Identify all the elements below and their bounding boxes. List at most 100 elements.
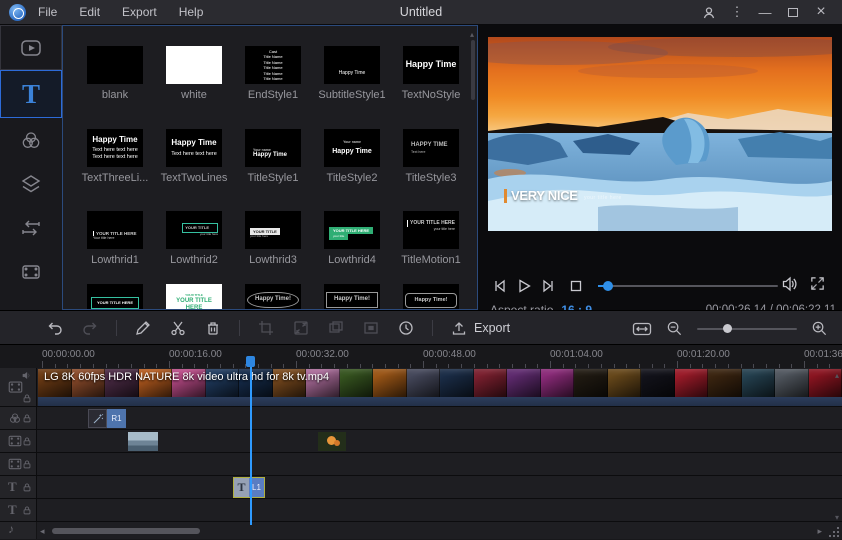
template-item-titlestyle2[interactable]: Your name Happy Time TitleStyle2 — [318, 129, 386, 184]
ruler-label: 00:00:32.00 — [296, 349, 349, 360]
sidebar-item-filters[interactable] — [0, 118, 62, 162]
template-item-titlestyle1[interactable]: Your name Happy Time TitleStyle1 — [239, 129, 307, 184]
redo-button[interactable] — [81, 319, 99, 337]
template-thumb-text: Happy Time! — [404, 292, 458, 308]
fit-timeline-button[interactable] — [632, 321, 652, 337]
filmstrip-frame — [406, 369, 440, 397]
template-item-lowthrid4[interactable]: YOUR TITLE HERE your title Lowthrid4 — [318, 211, 386, 266]
template-item-lowthrid2[interactable]: YOUR TITLE your title here Lowthrid2 — [160, 211, 228, 266]
resize-grip[interactable] — [827, 526, 840, 539]
filter-clip[interactable]: R1 — [88, 409, 126, 428]
template-item[interactable]: YOUR TITLE HERE — [81, 284, 149, 309]
menu-file[interactable]: File — [38, 5, 57, 19]
scroll-up-icon[interactable]: ▴ — [835, 371, 839, 380]
timeline-hscrollbar[interactable]: ◂ ▸ — [0, 526, 842, 536]
mute-track-icon[interactable] — [22, 371, 31, 380]
sidebar-item-text[interactable]: T — [0, 70, 62, 118]
template-item-blank[interactable]: blank — [81, 46, 149, 101]
more-menu-icon[interactable]: ⋮ — [728, 4, 746, 20]
template-item-textnostyle[interactable]: Happy Time TextNoStyle — [397, 46, 465, 101]
minimize-button[interactable]: — — [756, 5, 774, 20]
scroll-down-icon[interactable]: ▾ — [835, 513, 839, 522]
template-thumb-text: YOUR TITLE — [176, 297, 212, 304]
ruler-label: 00:00:48.00 — [423, 349, 476, 360]
timeline-zoom-slider[interactable] — [697, 324, 797, 333]
play-button[interactable] — [512, 275, 536, 297]
stop-button[interactable] — [564, 275, 588, 297]
crop-button[interactable] — [257, 319, 275, 337]
text-clip[interactable]: T L1 — [233, 477, 265, 498]
filmstrip-frame — [339, 369, 373, 397]
lock-track-icon[interactable] — [23, 414, 31, 423]
template-item-titlestyle3[interactable]: HAPPY TIME Text here TitleStyle3 — [397, 129, 465, 184]
scroll-left-icon[interactable]: ◂ — [40, 526, 45, 537]
template-thumbnail: YOUR TITLE YOUR TITLE HERE — [166, 284, 222, 309]
hscrollbar-thumb[interactable] — [52, 528, 200, 534]
zoom-slider-knob[interactable] — [723, 324, 732, 333]
zoom-in-button[interactable] — [811, 320, 828, 337]
overlay-clip-flower[interactable] — [318, 432, 346, 451]
preview-text-overlay: VERY NICE — [504, 188, 578, 203]
templates-scrollbar[interactable] — [471, 40, 475, 100]
lock-track-icon[interactable] — [23, 506, 31, 515]
account-icon[interactable] — [700, 4, 718, 20]
lock-track-icon[interactable] — [23, 394, 31, 403]
template-item-endstyle1[interactable]: Cast Title Name Title Name Title Name Title … — [239, 46, 307, 101]
delete-button[interactable] — [204, 319, 222, 337]
export-button[interactable]: Export — [450, 319, 510, 337]
menu-help[interactable]: Help — [179, 5, 204, 19]
edit-button[interactable] — [134, 319, 152, 337]
template-item-lowthrid3[interactable]: YOUR TITLE your title here Lowthrid3 — [239, 211, 307, 266]
scroll-right-icon[interactable]: ▸ — [817, 526, 822, 537]
sidebar-item-overlays[interactable] — [0, 162, 62, 206]
preview-panel: VERY NICE your title here — [478, 25, 842, 317]
zoom-clip-button[interactable] — [292, 319, 310, 337]
filmstrip-frame — [641, 369, 675, 397]
sidebar-item-transitions[interactable] — [0, 206, 62, 250]
timeline-ruler[interactable]: 00:00:00.00 00:00:16.00 00:00:32.00 00:00:4… — [0, 345, 842, 368]
zoom-out-button[interactable] — [666, 320, 683, 337]
lock-track-icon[interactable] — [23, 483, 31, 492]
close-button[interactable]: × — [812, 3, 830, 21]
next-frame-button[interactable] — [536, 275, 560, 297]
maximize-button[interactable] — [784, 5, 802, 20]
playhead-handle[interactable] — [246, 356, 255, 367]
fullscreen-icon[interactable] — [809, 275, 826, 293]
sidebar-item-elements[interactable] — [0, 250, 62, 294]
template-thumb-text: your title here — [250, 234, 269, 239]
lock-track-icon[interactable] — [23, 437, 31, 446]
duration-button[interactable] — [397, 319, 415, 337]
template-item[interactable]: Happy Time!Text here text here — [318, 284, 386, 309]
seek-slider[interactable] — [598, 281, 778, 291]
text-track-icon: T — [8, 502, 17, 517]
template-label: EndStyle1 — [247, 89, 299, 101]
template-item-textthreeli[interactable]: Happy Time Text here text here Text here t… — [81, 129, 149, 184]
seek-knob[interactable] — [603, 281, 613, 291]
mosaic-button[interactable] — [327, 319, 345, 337]
freeze-frame-button[interactable] — [362, 319, 380, 337]
video-editor-window: File Edit Export Help Untitled ⋮ — × T b… — [0, 0, 842, 540]
template-label: TitleStyle1 — [247, 172, 299, 184]
previous-frame-button[interactable] — [488, 275, 512, 297]
menu-export[interactable]: Export — [122, 5, 157, 19]
scroll-up-icon[interactable]: ▴ — [470, 30, 474, 39]
sidebar-item-media[interactable] — [0, 25, 62, 70]
template-item[interactable]: YOUR TITLE YOUR TITLE HERE — [160, 284, 228, 309]
split-button[interactable] — [169, 319, 187, 337]
template-item-white[interactable]: white — [160, 46, 228, 101]
media-icon — [21, 39, 41, 56]
menu-edit[interactable]: Edit — [79, 5, 100, 19]
template-thumb-text: YOUR TITLE HERE — [90, 296, 139, 309]
template-item-subtitlestyle1[interactable]: Happy Time SubtitleStyle1 — [318, 46, 386, 101]
lock-track-icon[interactable] — [23, 460, 31, 469]
template-item-titlemotion1[interactable]: YOUR TITLE HERE your title here TitleMotio… — [397, 211, 465, 266]
filmstrip-frame — [708, 369, 742, 397]
undo-button[interactable] — [46, 319, 64, 337]
template-item-lowthrid1[interactable]: YOUR TITLE HERE Your title here Lowthrid1 — [81, 211, 149, 266]
overlay-clip-landscape[interactable] — [128, 432, 158, 451]
template-thumbnail: HAPPY TIME Text here — [403, 129, 459, 167]
template-item[interactable]: Happy Time!Text here — [397, 284, 465, 309]
volume-icon[interactable] — [780, 275, 798, 293]
template-item[interactable]: Happy Time!Text here text here — [239, 284, 307, 309]
template-item-texttwolines[interactable]: Happy Time Text here text here TextTwoLine… — [160, 129, 228, 184]
